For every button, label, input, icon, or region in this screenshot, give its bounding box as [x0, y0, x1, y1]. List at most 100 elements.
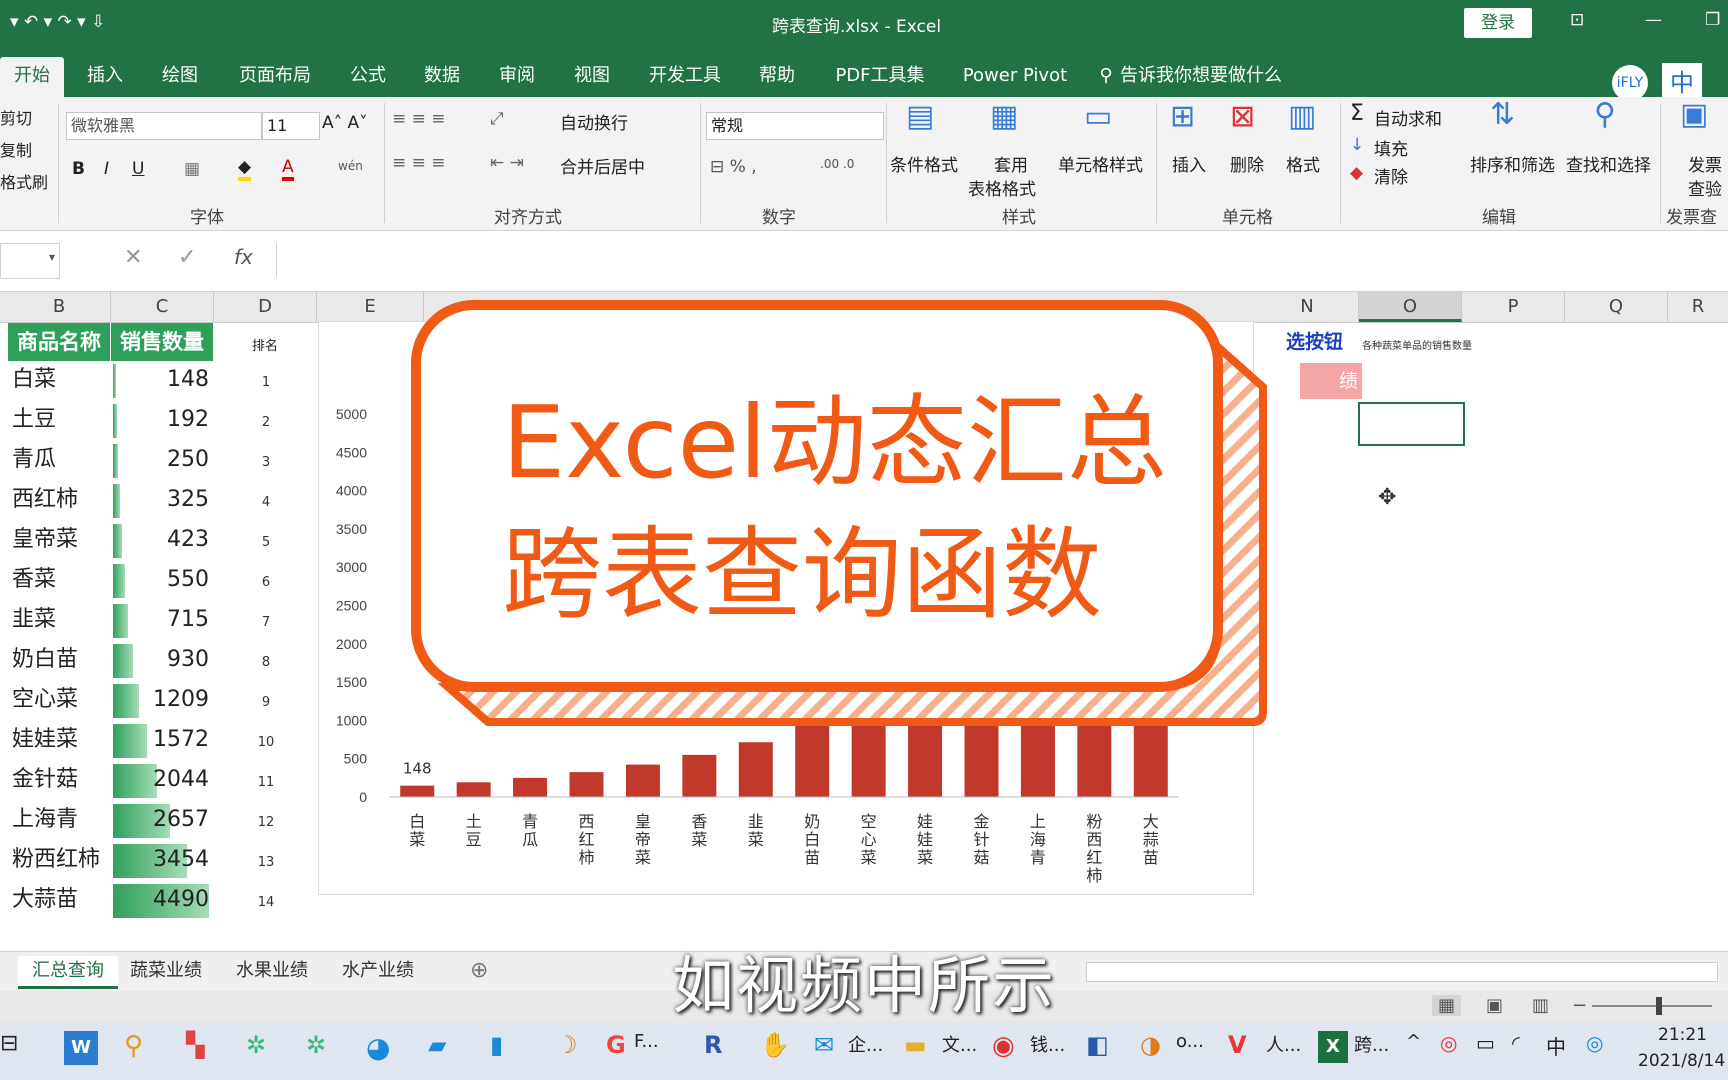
product-name-cell[interactable]: 皇帝菜	[12, 521, 108, 559]
wrap-text-button[interactable]: 自动换行	[560, 109, 628, 134]
taskbar-item-f[interactable]: F...	[634, 1031, 659, 1052]
notebook-icon[interactable]: ▮	[490, 1031, 503, 1059]
sales-qty-cell[interactable]: 423	[111, 521, 209, 559]
app-icon[interactable]: ☽	[556, 1031, 578, 1059]
rank-cell[interactable]: 1	[246, 375, 286, 390]
tab-view[interactable]: 视图	[567, 57, 617, 97]
app-icon[interactable]: ◧	[1086, 1031, 1109, 1059]
taskbar-item-enterprise[interactable]: 企...	[848, 1031, 883, 1057]
wifi-icon[interactable]: ◜	[1512, 1031, 1520, 1055]
app-icon[interactable]: ✋	[760, 1031, 790, 1059]
column-header-p[interactable]: P	[1462, 292, 1565, 322]
taskbar-item-excel[interactable]: 跨...	[1354, 1031, 1389, 1057]
select-button-cell[interactable]: 选按钮	[1286, 323, 1356, 361]
column-header-c[interactable]: C	[111, 292, 214, 322]
minimize-icon[interactable]: —	[1645, 10, 1662, 30]
column-header-q[interactable]: Q	[1565, 292, 1668, 322]
product-name-cell[interactable]: 娃娃菜	[12, 721, 108, 759]
product-name-cell[interactable]: 青瓜	[12, 441, 108, 479]
tab-formulas[interactable]: 公式	[343, 57, 393, 97]
bold-icon[interactable]: B	[72, 159, 85, 179]
ifly-icon[interactable]: iFLY	[1612, 65, 1648, 101]
format-as-table-l1[interactable]: 套用	[994, 151, 1028, 176]
app-icon[interactable]: ▰	[428, 1031, 446, 1059]
taskbar-item-person[interactable]: 人...	[1266, 1031, 1301, 1057]
chevron-down-icon[interactable]: ▾	[49, 250, 55, 264]
product-name-cell[interactable]: 金针菇	[12, 761, 108, 799]
sales-qty-cell[interactable]: 550	[111, 561, 209, 599]
bar[interactable]	[738, 742, 773, 797]
tab-pdf-tools[interactable]: PDF工具集	[828, 57, 932, 97]
sort-filter-button[interactable]: 排序和筛选	[1470, 151, 1555, 176]
tab-insert[interactable]: 插入	[80, 57, 130, 97]
header-product-name[interactable]: 商品名称	[8, 323, 110, 361]
search-icon[interactable]: ⚲	[124, 1031, 143, 1061]
restore-icon[interactable]: ❐	[1705, 10, 1720, 30]
rank-cell[interactable]: 13	[246, 855, 286, 870]
taskbar-item-o[interactable]: o...	[1176, 1031, 1204, 1052]
cut-button[interactable]: 剪切	[0, 105, 32, 129]
find-select-button[interactable]: 查找和选择	[1566, 151, 1651, 176]
bar[interactable]	[513, 777, 548, 797]
cell-styles-button[interactable]: 单元格样式	[1058, 151, 1143, 176]
ifly-tray-icon[interactable]: ◎	[1586, 1031, 1603, 1055]
fill-button[interactable]: 填充	[1374, 135, 1408, 160]
app-icon[interactable]: ✲	[306, 1031, 326, 1059]
selected-cell-o[interactable]	[1358, 402, 1465, 446]
battery-icon[interactable]: ▭	[1476, 1031, 1495, 1055]
bar[interactable]	[456, 782, 491, 797]
sales-qty-cell[interactable]: 930	[111, 641, 209, 679]
r-icon[interactable]: R	[704, 1031, 722, 1059]
cancel-icon[interactable]: ✕	[124, 245, 142, 270]
column-header-r[interactable]: R	[1668, 292, 1728, 322]
app-icon[interactable]: ◑	[1140, 1031, 1161, 1059]
bar[interactable]	[795, 725, 830, 797]
sales-qty-cell[interactable]: 1572	[111, 721, 209, 759]
insert-cells-button[interactable]: 插入	[1172, 151, 1206, 176]
rank-cell[interactable]: 6	[246, 575, 286, 590]
sales-qty-cell[interactable]: 250	[111, 441, 209, 479]
tab-data[interactable]: 数据	[417, 57, 467, 97]
orientation-icon[interactable]: ⤢	[490, 109, 504, 129]
column-header-b[interactable]: B	[8, 292, 111, 322]
invoice-check-l2[interactable]: 查验	[1688, 175, 1722, 200]
conditional-format-button[interactable]: 条件格式	[890, 151, 958, 176]
product-name-cell[interactable]: 香菜	[12, 561, 108, 599]
align-left-icon[interactable]: ≡ ≡ ≡	[392, 153, 446, 173]
bar[interactable]	[400, 785, 435, 797]
edge-icon[interactable]: ◕	[366, 1031, 390, 1064]
clear-button[interactable]: 清除	[1374, 163, 1408, 188]
sales-qty-cell[interactable]: 4490	[111, 881, 209, 919]
column-header-o[interactable]: O	[1359, 292, 1462, 322]
taskbar-ime[interactable]: 中	[1546, 1031, 1566, 1060]
currency-icon[interactable]: ⊟ % ,	[710, 157, 757, 177]
format-cells-button[interactable]: 格式	[1286, 151, 1320, 176]
sales-qty-cell[interactable]: 3454	[111, 841, 209, 879]
rank-cell[interactable]: 2	[246, 415, 286, 430]
rank-cell[interactable]: 3	[246, 455, 286, 470]
login-button[interactable]: 登录	[1464, 8, 1532, 38]
bar[interactable]	[569, 772, 604, 797]
rank-cell[interactable]: 14	[246, 895, 286, 910]
sales-qty-cell[interactable]: 148	[111, 361, 209, 399]
quick-access-undo-icon[interactable]: ▾ ↶ ▾ ↷ ▾ ⇩	[10, 12, 105, 32]
sales-qty-cell[interactable]: 2657	[111, 801, 209, 839]
invoice-check-l1[interactable]: 发票	[1688, 151, 1722, 176]
font-color-icon[interactable]: A	[282, 157, 294, 181]
task-view-icon[interactable]: ⊟	[0, 1031, 18, 1056]
product-name-cell[interactable]: 土豆	[12, 401, 108, 439]
format-as-table-l2[interactable]: 表格格式	[968, 175, 1036, 200]
product-name-cell[interactable]: 粉西红柿	[12, 841, 108, 879]
tab-help[interactable]: 帮助	[752, 57, 802, 97]
sales-qty-cell[interactable]: 1209	[111, 681, 209, 719]
rank-cell[interactable]: 11	[246, 775, 286, 790]
ribbon-display-icon[interactable]: ⊡	[1570, 10, 1584, 30]
format-painter-button[interactable]: 格式刷	[0, 169, 48, 193]
bar[interactable]	[625, 764, 660, 797]
sales-qty-cell[interactable]: 2044	[111, 761, 209, 799]
tab-developer[interactable]: 开发工具	[642, 57, 728, 97]
taskbar-item-money[interactable]: 钱...	[1030, 1031, 1065, 1057]
tab-home[interactable]: 开始	[0, 57, 64, 97]
merge-center-button[interactable]: 合并后居中	[560, 153, 645, 178]
name-box[interactable]: ▾	[0, 243, 60, 279]
